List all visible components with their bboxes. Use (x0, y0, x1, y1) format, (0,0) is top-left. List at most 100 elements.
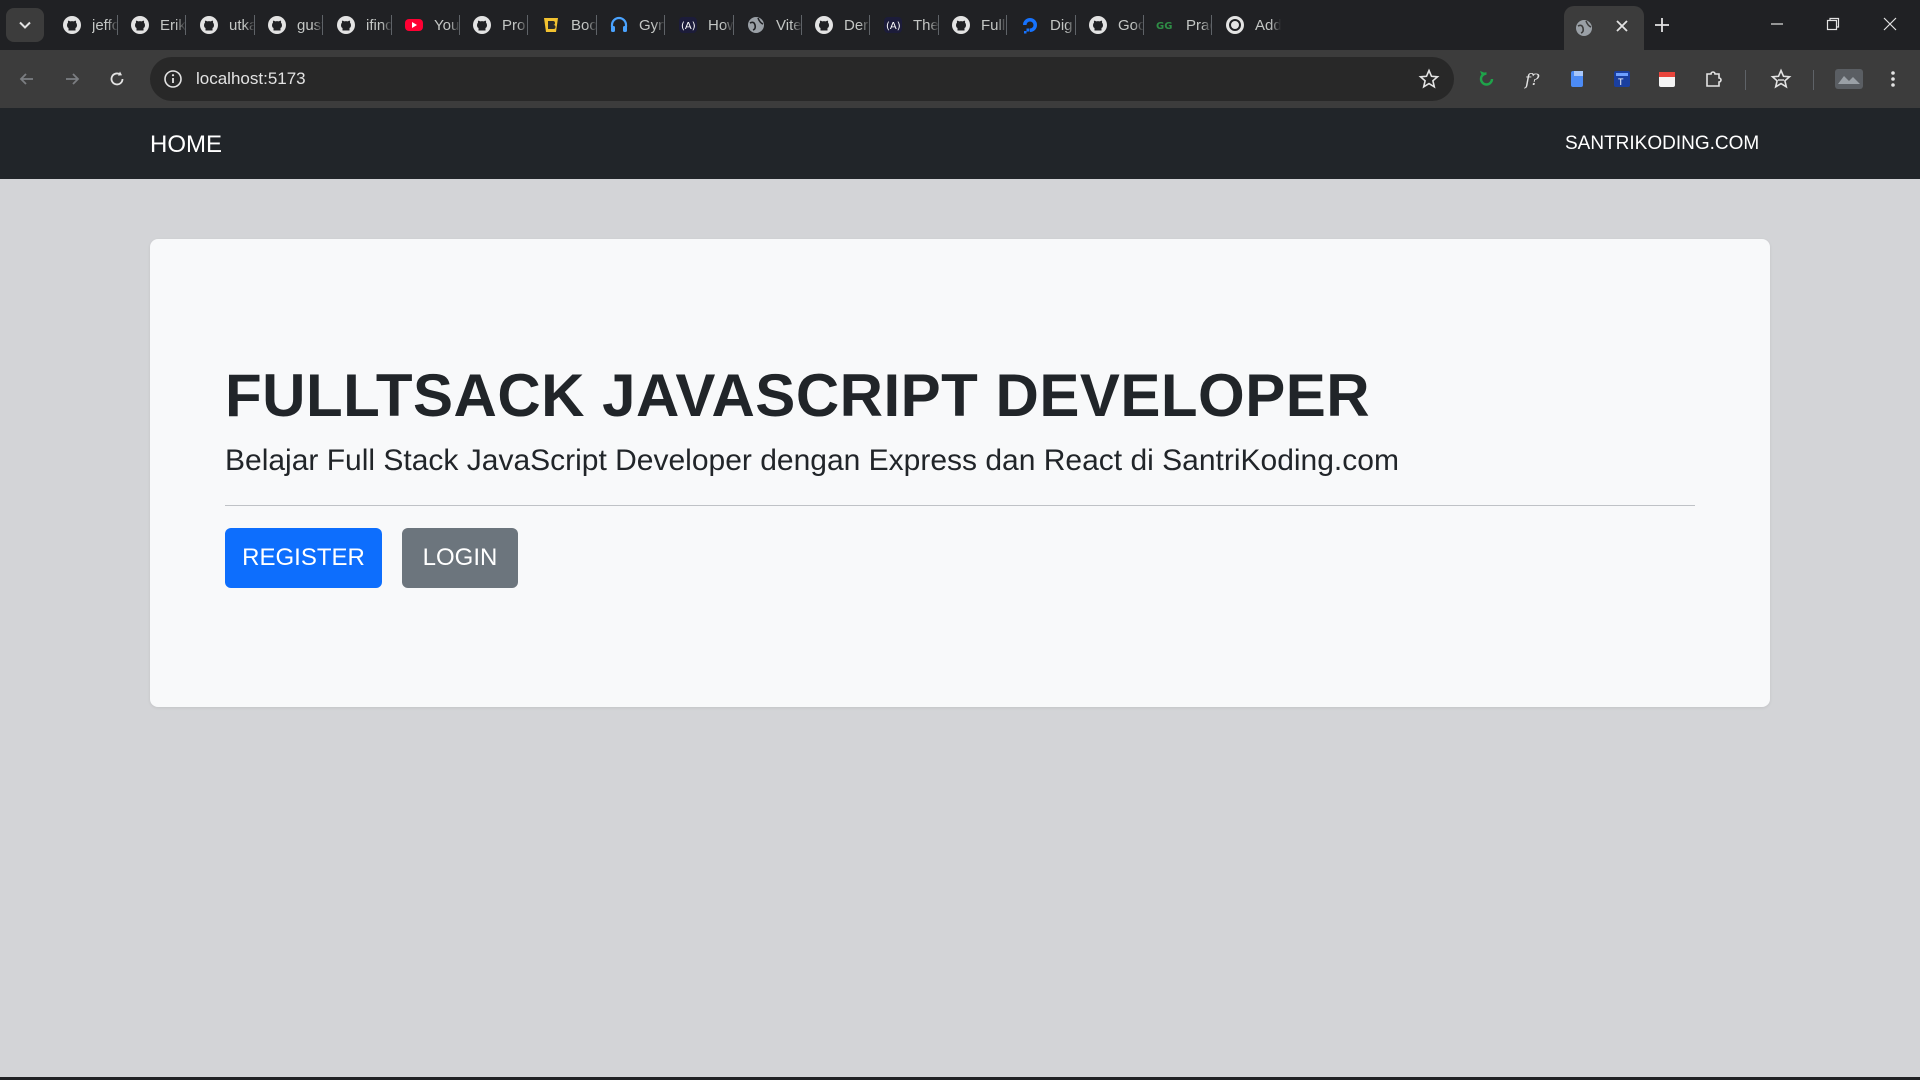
tab-title: You (434, 16, 460, 34)
login-button[interactable]: LOGIN (402, 528, 518, 588)
github-icon (267, 15, 287, 35)
tab-title: Vite (776, 16, 802, 34)
menu-kebab-icon[interactable] (1880, 66, 1906, 92)
browser-tab[interactable]: ifinc (326, 6, 392, 44)
github-icon (130, 15, 150, 35)
github-icon (814, 15, 834, 35)
restore-button[interactable] (1805, 0, 1861, 48)
github-icon (951, 15, 971, 35)
github-icon (472, 15, 492, 35)
arrow-right-icon (66, 73, 80, 85)
tab-title: gust (297, 16, 323, 34)
tab-separator (117, 15, 118, 35)
close-tab-icon[interactable] (1614, 18, 1630, 34)
browser-tab[interactable]: You (394, 6, 460, 44)
tab-title: Gyn (639, 16, 665, 34)
browser-tab[interactable]: Der (804, 6, 870, 44)
extensions-puzzle-icon[interactable] (1700, 66, 1726, 92)
github-icon (1088, 15, 1108, 35)
tab-title: How (708, 16, 734, 34)
tab-title: Der (844, 16, 869, 34)
page-title: FULLTSACK JAVASCRIPT DEVELOPER (225, 362, 1371, 429)
browser-tab[interactable]: GG Prac (1146, 6, 1212, 44)
tab-title: Prac (1186, 16, 1212, 34)
tab-separator (1075, 15, 1076, 35)
tab-search-button[interactable] (6, 8, 44, 42)
svg-text:GG: GG (1156, 21, 1172, 32)
ai-icon: (A) (678, 15, 698, 35)
browser-tab[interactable]: jeffc (52, 6, 118, 44)
back-button[interactable] (10, 62, 44, 96)
browser-toolbar: localhost:5173 f? T (0, 50, 1920, 108)
forward-button[interactable] (55, 62, 89, 96)
svg-text:f?: f? (1524, 70, 1540, 89)
browser-tab[interactable]: Dig (1010, 6, 1076, 44)
tab-separator (459, 15, 460, 35)
bookmarks-icon[interactable] (1768, 66, 1794, 92)
github-icon (199, 15, 219, 35)
extension-calendar-icon[interactable] (1654, 66, 1680, 92)
tab-separator (254, 15, 255, 35)
extension-formula-icon[interactable]: f? (1520, 66, 1546, 92)
globe-icon (746, 15, 766, 35)
hero-card: FULLTSACK JAVASCRIPT DEVELOPER Belajar F… (150, 239, 1770, 707)
digitalocean-icon (1020, 15, 1040, 35)
active-tab[interactable] (1564, 6, 1644, 50)
browser-tab[interactable]: Boo (531, 6, 597, 44)
ai-icon: (A) (883, 15, 903, 35)
globe-icon (1574, 18, 1594, 38)
browser-tab[interactable]: (A) How (668, 6, 734, 44)
browser-tab-strip: jeffc Erik utka gust ifinc You Pro Boo Gyn (A) How… (0, 0, 1920, 50)
close-window-button[interactable] (1862, 0, 1918, 48)
tab-separator (596, 15, 597, 35)
chevron-down-icon (19, 21, 31, 29)
home-link[interactable]: HOME (150, 131, 222, 159)
svg-text:(A): (A) (886, 21, 901, 32)
browser-tab[interactable]: (A) The (873, 6, 939, 44)
extension-docs-icon[interactable] (1564, 66, 1590, 92)
tab-title: Add (1255, 16, 1281, 34)
tab-separator (733, 15, 734, 35)
profile-avatar[interactable] (1834, 66, 1864, 92)
address-bar[interactable]: localhost:5173 (150, 57, 1454, 101)
arrow-left-icon (19, 73, 33, 85)
browser-tab[interactable]: gust (257, 6, 323, 44)
headphones-icon (609, 15, 629, 35)
tab-separator (322, 15, 323, 35)
santrikoding-link[interactable]: SANTRIKODING.COM (1565, 133, 1759, 155)
restore-icon (1826, 17, 1840, 31)
browser-tab[interactable]: Add (1215, 6, 1281, 44)
tab-separator (185, 15, 186, 35)
tab-title: Boo (571, 16, 597, 34)
chatgpt-icon (1225, 15, 1245, 35)
minimize-button[interactable] (1749, 0, 1805, 48)
tab-title: Goc (1118, 16, 1144, 34)
browser-tab[interactable]: Erik (120, 6, 186, 44)
reload-icon (110, 71, 124, 86)
browser-tab[interactable]: utka (189, 6, 255, 44)
tab-separator (1143, 15, 1144, 35)
browser-tab[interactable]: Gyn (599, 6, 665, 44)
bootstrap-icon (541, 15, 561, 35)
browser-tab[interactable]: Vite (736, 6, 802, 44)
browser-tab[interactable]: Goc (1078, 6, 1144, 44)
svg-text:T: T (1618, 77, 1624, 87)
plus-icon (1655, 18, 1669, 32)
divider (225, 505, 1695, 506)
extension-translate-icon[interactable]: T (1609, 66, 1635, 92)
browser-tab[interactable]: Pro (462, 6, 528, 44)
new-tab-button[interactable] (1648, 12, 1676, 38)
bookmark-star-icon[interactable] (1418, 68, 1440, 90)
tab-title: Erik (160, 16, 186, 34)
address-url[interactable]: localhost:5173 (196, 69, 306, 89)
reload-button[interactable] (100, 62, 134, 96)
site-info-icon[interactable] (162, 68, 184, 90)
register-button[interactable]: REGISTER (225, 528, 382, 588)
extension-refresh-icon[interactable] (1474, 66, 1500, 92)
tab-title: The (913, 16, 939, 34)
tab-title: jeffc (92, 16, 118, 34)
close-icon (1883, 17, 1897, 31)
svg-text:(A): (A) (681, 21, 696, 32)
browser-tab[interactable]: Full (941, 6, 1007, 44)
site-navbar: HOME SANTRIKODING.COM (0, 108, 1920, 179)
